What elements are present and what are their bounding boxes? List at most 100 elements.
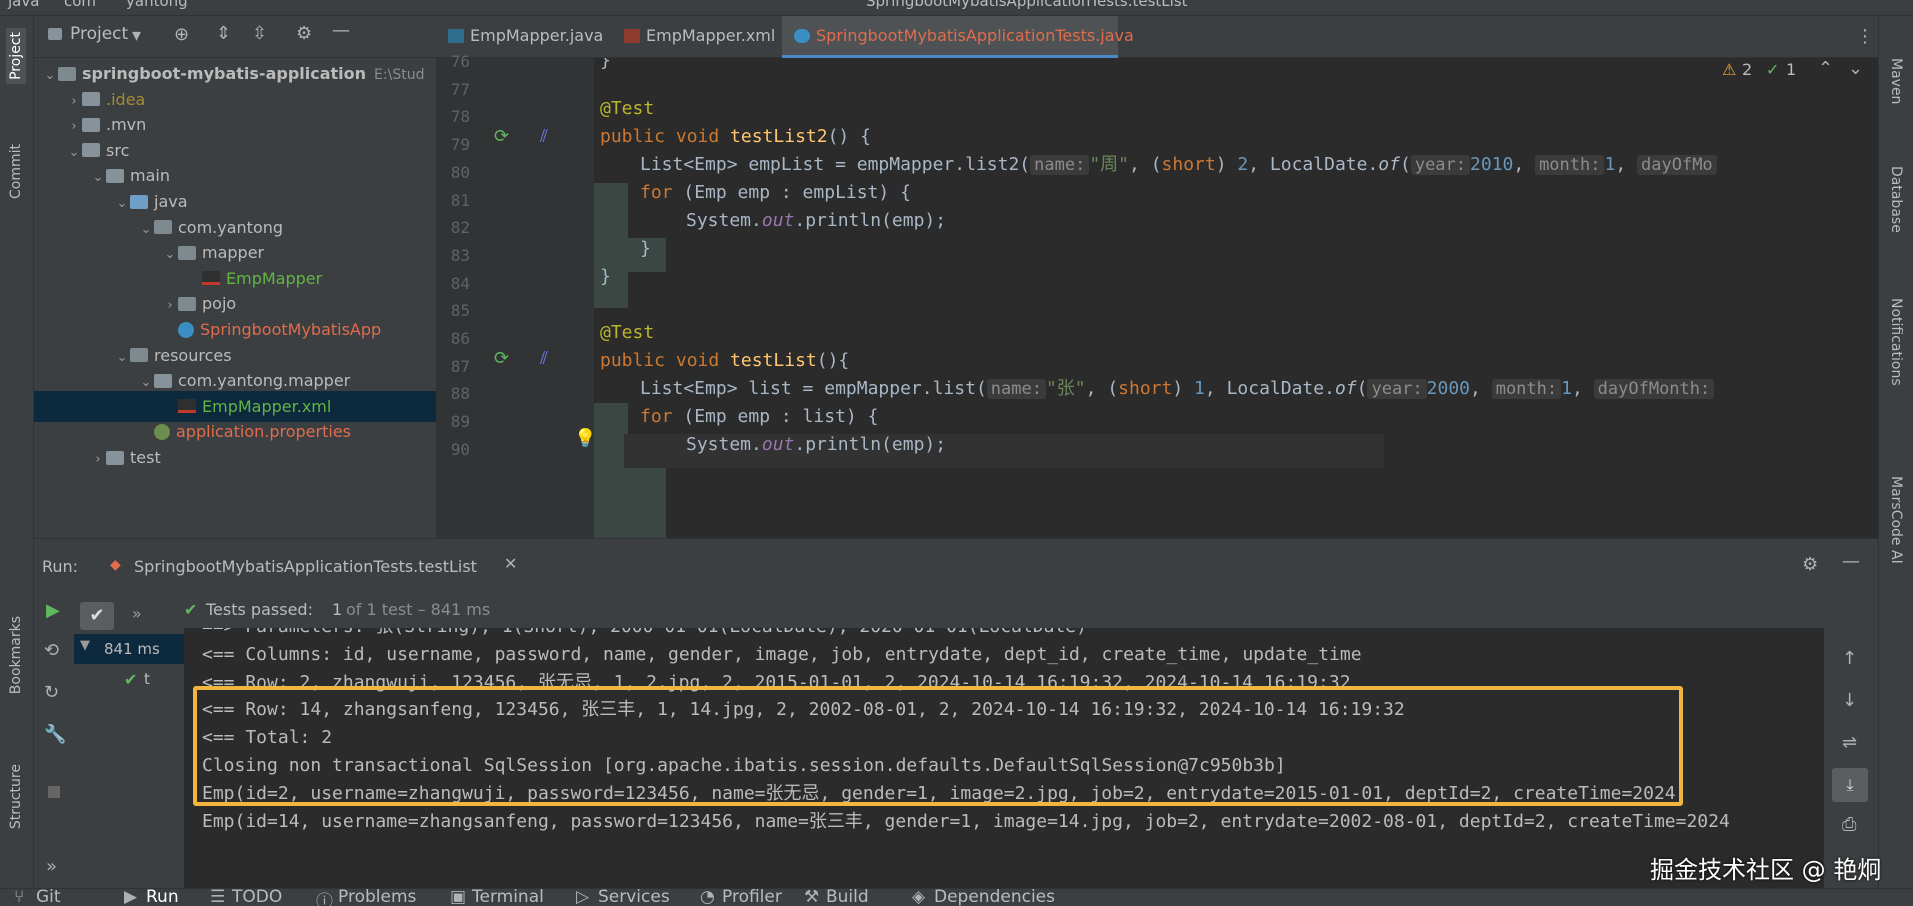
locate-icon[interactable]: ⊕	[174, 24, 189, 45]
more-icon[interactable]: »	[46, 856, 57, 877]
run-config-selector[interactable]: SpringbootMybatisApplicationTests.testLi…	[866, 0, 1188, 10]
show-passed-icon[interactable]: ✔	[80, 602, 114, 630]
tool-window-todo[interactable]: TODO	[232, 889, 282, 906]
chevron-right-icon[interactable]: ›	[90, 444, 106, 475]
status-count: 1	[332, 600, 343, 619]
gear-icon[interactable]: ⚙	[1802, 554, 1818, 575]
param-hint: month:	[1491, 379, 1562, 399]
editor-tab-bar: EmpMapper.java EmpMapper.xml SpringbootM…	[436, 16, 1878, 58]
minimize-icon[interactable]: —	[1842, 551, 1860, 572]
expand-more-icon[interactable]: »	[132, 604, 142, 623]
watermark: 掘金技术社区 @ 艳炯	[1650, 856, 1882, 884]
run-test-icon[interactable]: ⟳	[494, 348, 509, 369]
soft-wrap-icon[interactable]: ⇌	[1842, 732, 1857, 753]
line-number: 82	[450, 218, 470, 238]
tab-empmapper-xml[interactable]: EmpMapper.xml	[612, 16, 782, 58]
line-number: 80	[450, 162, 470, 182]
param-hint: month:	[1535, 155, 1605, 175]
project-tree: ⌄ springboot-mybatis-application E:\Stud ›.…	[34, 58, 436, 538]
project-tool-tab[interactable]: Project	[6, 28, 26, 84]
weak-warning-count[interactable]: 1	[1786, 60, 1796, 79]
notifications-tool-tab[interactable]: Notifications	[1888, 298, 1904, 386]
code-line-76: }	[600, 58, 611, 71]
highlight-box	[193, 686, 1683, 806]
param-hint: name:	[986, 379, 1046, 399]
rerun-icon[interactable]: ▶	[46, 600, 60, 621]
warning-icon[interactable]: ⚠	[1722, 60, 1736, 79]
arrow-down-icon[interactable]: ↓	[1842, 690, 1857, 711]
tree-item-label: EmpMapper.xml	[202, 396, 332, 416]
left-tool-strip: Project Commit Bookmarks Structure	[0, 16, 34, 888]
bookmarks-tool-tab[interactable]: Bookmarks	[8, 616, 24, 694]
project-view-selector[interactable]: Project	[70, 24, 128, 44]
prev-highlight-icon[interactable]: ⌃	[1818, 58, 1833, 79]
test-class-icon	[794, 28, 810, 43]
tool-window-run[interactable]: Run	[146, 889, 179, 906]
code-editor[interactable]: } @Test public void testList2() { List<E…	[594, 58, 1878, 538]
scroll-to-end-icon[interactable]: ⤓	[1832, 768, 1868, 802]
tree-item-label: .idea	[106, 89, 146, 109]
tool-window-profiler[interactable]: Profiler	[722, 889, 782, 906]
marscode-icon[interactable]: ⫽	[540, 126, 548, 147]
param-hint: year:	[1410, 155, 1471, 175]
run-test-icon[interactable]: ⟳	[494, 126, 509, 147]
structure-tool-tab[interactable]: Structure	[8, 764, 24, 829]
gear-icon[interactable]: ⚙	[296, 23, 312, 44]
line-number: 88	[450, 384, 470, 404]
console-line: Emp(id=14, username=zhangsanfeng, passwo…	[202, 810, 1730, 832]
run-config-tab[interactable]: SpringbootMybatisApplicationTests.testLi…	[134, 557, 477, 576]
line-number: 79	[450, 135, 470, 155]
test-root-row[interactable]: ▼ 841 ms	[74, 634, 184, 664]
test-root-time: 841 ms	[104, 640, 160, 658]
database-tool-tab[interactable]: Database	[1888, 166, 1904, 233]
breadcrumb-com[interactable]: com	[64, 0, 96, 10]
tabs-menu-icon[interactable]: ⋮	[1856, 26, 1874, 47]
marscode-icon[interactable]: ⫽	[540, 348, 548, 369]
indent-block	[628, 458, 666, 538]
test-child-label[interactable]: t	[144, 670, 150, 688]
commit-tool-tab[interactable]: Commit	[8, 144, 24, 199]
info-icon: ⓘ	[316, 892, 333, 906]
test-status-bar: ✔ Tests passed: 1 of 1 test – 841 ms	[184, 594, 1878, 628]
minimize-icon[interactable]: —	[332, 20, 350, 41]
rerun-failed-icon[interactable]: ⟲	[44, 640, 59, 661]
collapse-all-icon[interactable]: ⇳	[252, 23, 267, 44]
chevron-down-icon[interactable]: ▾	[132, 25, 141, 46]
tool-window-dependencies[interactable]: Dependencies	[934, 889, 1055, 906]
tree-item-label: springboot-mybatis-application	[82, 64, 367, 83]
expand-all-icon[interactable]: ⇕	[216, 23, 231, 44]
stop-icon[interactable]	[48, 786, 60, 798]
tree-item-label: pojo	[202, 294, 237, 314]
close-icon[interactable]: ✕	[504, 554, 517, 573]
test-tree: ✔ » ▼ 841 ms ✔ t	[74, 594, 184, 888]
tree-item[interactable]: › test	[34, 442, 436, 473]
check-icon: ✔	[184, 600, 198, 619]
weak-warning-icon[interactable]: ✓	[1766, 60, 1779, 79]
wrench-icon[interactable]: 🔧	[44, 724, 66, 745]
arrow-up-icon[interactable]: ↑	[1842, 648, 1857, 669]
status-suffix: of 1 test – 841 ms	[346, 600, 491, 619]
tool-window-problems[interactable]: Problems	[338, 889, 416, 906]
marscode-tool-tab[interactable]: MarsCode AI	[1888, 476, 1904, 564]
folder-icon	[82, 92, 100, 107]
tool-window-build[interactable]: Build	[826, 889, 869, 906]
tree-item-label: EmpMapper	[226, 268, 323, 288]
line-number: 78	[450, 107, 470, 127]
next-highlight-icon[interactable]: ⌄	[1848, 58, 1863, 79]
tool-window-services[interactable]: Services	[598, 889, 670, 906]
terminal-icon: ▣	[450, 888, 467, 906]
project-folder-icon	[48, 28, 62, 40]
toggle-autotest-icon[interactable]: ↻	[44, 682, 59, 703]
mybatis-icon	[448, 28, 464, 43]
tool-window-terminal[interactable]: Terminal	[472, 889, 544, 906]
maven-tool-tab[interactable]: Maven	[1888, 58, 1904, 104]
breadcrumb-yantong[interactable]: yantong	[126, 0, 188, 10]
source-folder-icon	[130, 194, 148, 209]
folder-icon	[106, 450, 124, 465]
warning-count[interactable]: 2	[1742, 60, 1752, 79]
print-icon[interactable]: ⎙	[1842, 814, 1856, 835]
param-hint: name:	[1030, 155, 1090, 175]
tool-window-git[interactable]: Git	[36, 889, 61, 906]
tab-springboot-tests[interactable]: SpringbootMybatisApplicationTests.java	[782, 16, 1134, 58]
breadcrumb-java[interactable]: java	[8, 0, 39, 10]
